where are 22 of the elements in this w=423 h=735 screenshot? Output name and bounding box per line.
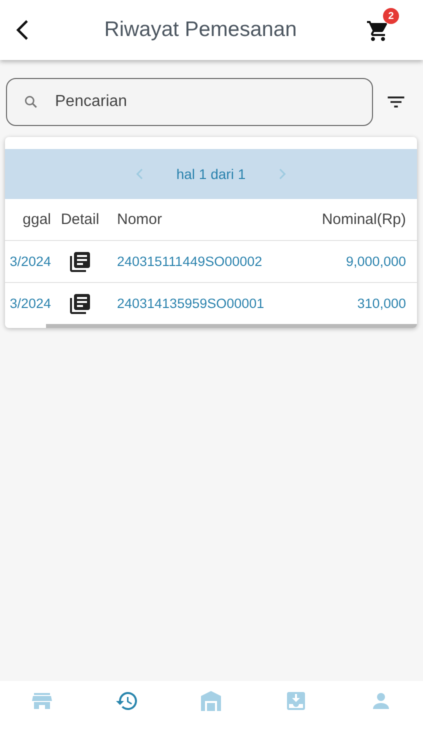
documents-icon [68, 250, 92, 274]
table-cell: 3/2024 [10, 254, 51, 269]
table-cell: 3/2024 [10, 296, 51, 311]
column-header: ggal [22, 211, 51, 228]
horizontal-scrollbar[interactable] [46, 324, 417, 328]
documents-icon [68, 292, 92, 316]
cart-count-badge: 2 [382, 8, 399, 24]
table-cell-text: 310,000 [357, 296, 407, 311]
page-indicator: hal 1 dari 1 [176, 166, 246, 182]
order-number-link[interactable]: 240314135959SO00001 [109, 296, 307, 311]
table-cell-text: 9,000,000 [346, 254, 407, 269]
page-title: Riwayat Pemesanan [104, 18, 297, 42]
cart-button[interactable]: 2 [364, 8, 399, 46]
search-icon [23, 94, 39, 110]
warehouse-icon [199, 689, 224, 713]
history-icon [114, 689, 139, 713]
search-field[interactable]: Pencarian [6, 78, 373, 126]
order-number-link[interactable]: 240315111449SO00002 [109, 254, 307, 269]
column-header: Detail [60, 211, 100, 228]
column-header: Nomor [116, 211, 164, 228]
cart-icon [366, 19, 390, 43]
column-header: Nominal(Rp) [322, 211, 407, 228]
